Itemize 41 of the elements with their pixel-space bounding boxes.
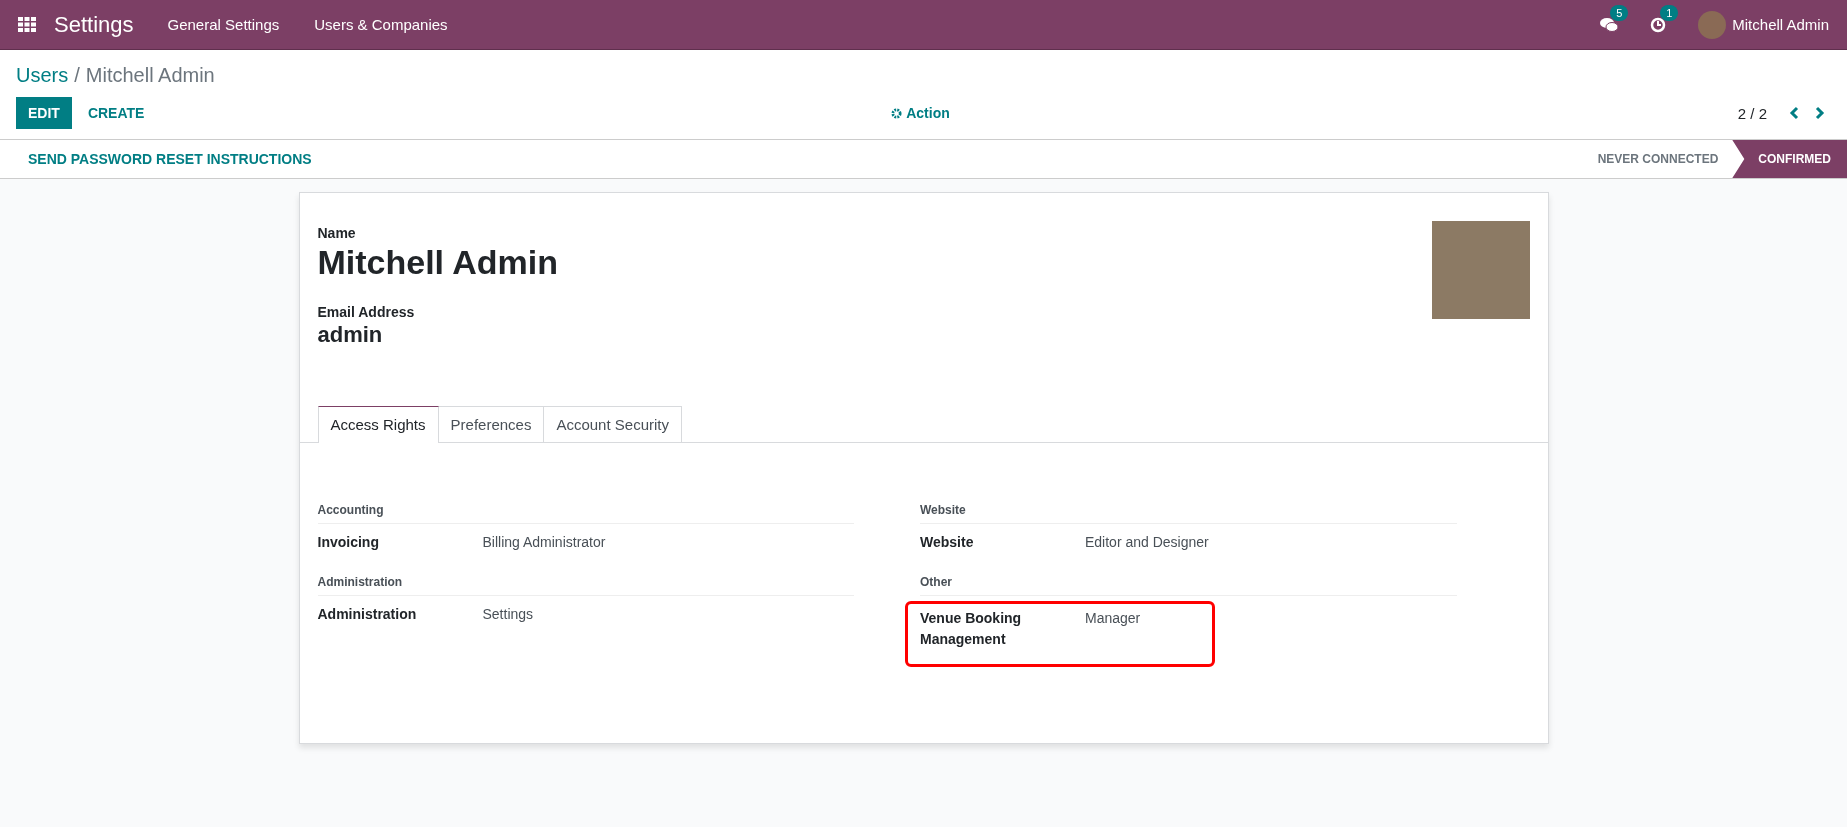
pager-value: 2 / 2 bbox=[1737, 104, 1767, 122]
edit-button[interactable]: EDIT bbox=[16, 97, 72, 129]
user-name-field: Mitchell Admin bbox=[317, 243, 559, 282]
group-title: Accounting bbox=[317, 503, 854, 524]
field-label: Name bbox=[317, 225, 356, 241]
email-field: admin bbox=[317, 322, 383, 348]
clock-icon[interactable] bbox=[1650, 16, 1667, 33]
create-button[interactable]: CREATE bbox=[75, 97, 157, 129]
chevron-right-icon[interactable] bbox=[1815, 106, 1825, 120]
breadcrumb-separator: / bbox=[74, 64, 80, 87]
field-label: Venue Booking Management bbox=[920, 609, 1023, 649]
menu-item[interactable]: General Settings bbox=[167, 16, 280, 33]
field-value: Settings bbox=[482, 605, 534, 624]
action-menu[interactable]: Action bbox=[906, 105, 950, 121]
field-label: Website bbox=[920, 533, 975, 552]
message-count-badge: 5 bbox=[1610, 4, 1629, 21]
tab[interactable]: Account Security bbox=[544, 406, 682, 442]
field-label: Administration bbox=[317, 605, 418, 624]
menu-item[interactable]: Users & Companies bbox=[314, 16, 448, 33]
user-name[interactable]: Mitchell Admin bbox=[1732, 16, 1829, 33]
field-label: Email Address bbox=[317, 304, 415, 320]
field-value: Manager bbox=[1085, 609, 1141, 628]
chevron-left-icon[interactable] bbox=[1789, 106, 1799, 120]
group-title: Other bbox=[920, 575, 1457, 596]
field-value: Billing Administrator bbox=[482, 533, 606, 552]
reset-password-button[interactable]: SEND PASSWORD RESET INSTRUCTIONS bbox=[0, 140, 340, 178]
group-title: Administration bbox=[317, 575, 854, 596]
field-label: Invoicing bbox=[317, 533, 380, 552]
group-title: Website bbox=[920, 503, 1457, 524]
field-value: Editor and Designer bbox=[1085, 533, 1209, 552]
tab[interactable]: Preferences bbox=[438, 406, 545, 442]
status-stage[interactable]: NEVER CONNECTED bbox=[1577, 140, 1733, 178]
app-title[interactable]: Settings bbox=[54, 11, 134, 38]
breadcrumb-current: Mitchell Admin bbox=[85, 64, 215, 87]
activity-count-badge: 1 bbox=[1660, 4, 1679, 21]
status-stage[interactable]: CONFIRMED bbox=[1732, 140, 1847, 178]
tab[interactable]: Access Rights bbox=[317, 406, 439, 443]
chat-icon[interactable] bbox=[1600, 16, 1619, 33]
gear-icon bbox=[891, 107, 903, 119]
breadcrumb-link[interactable]: Users bbox=[16, 64, 69, 87]
app-grid-icon[interactable] bbox=[18, 16, 36, 33]
